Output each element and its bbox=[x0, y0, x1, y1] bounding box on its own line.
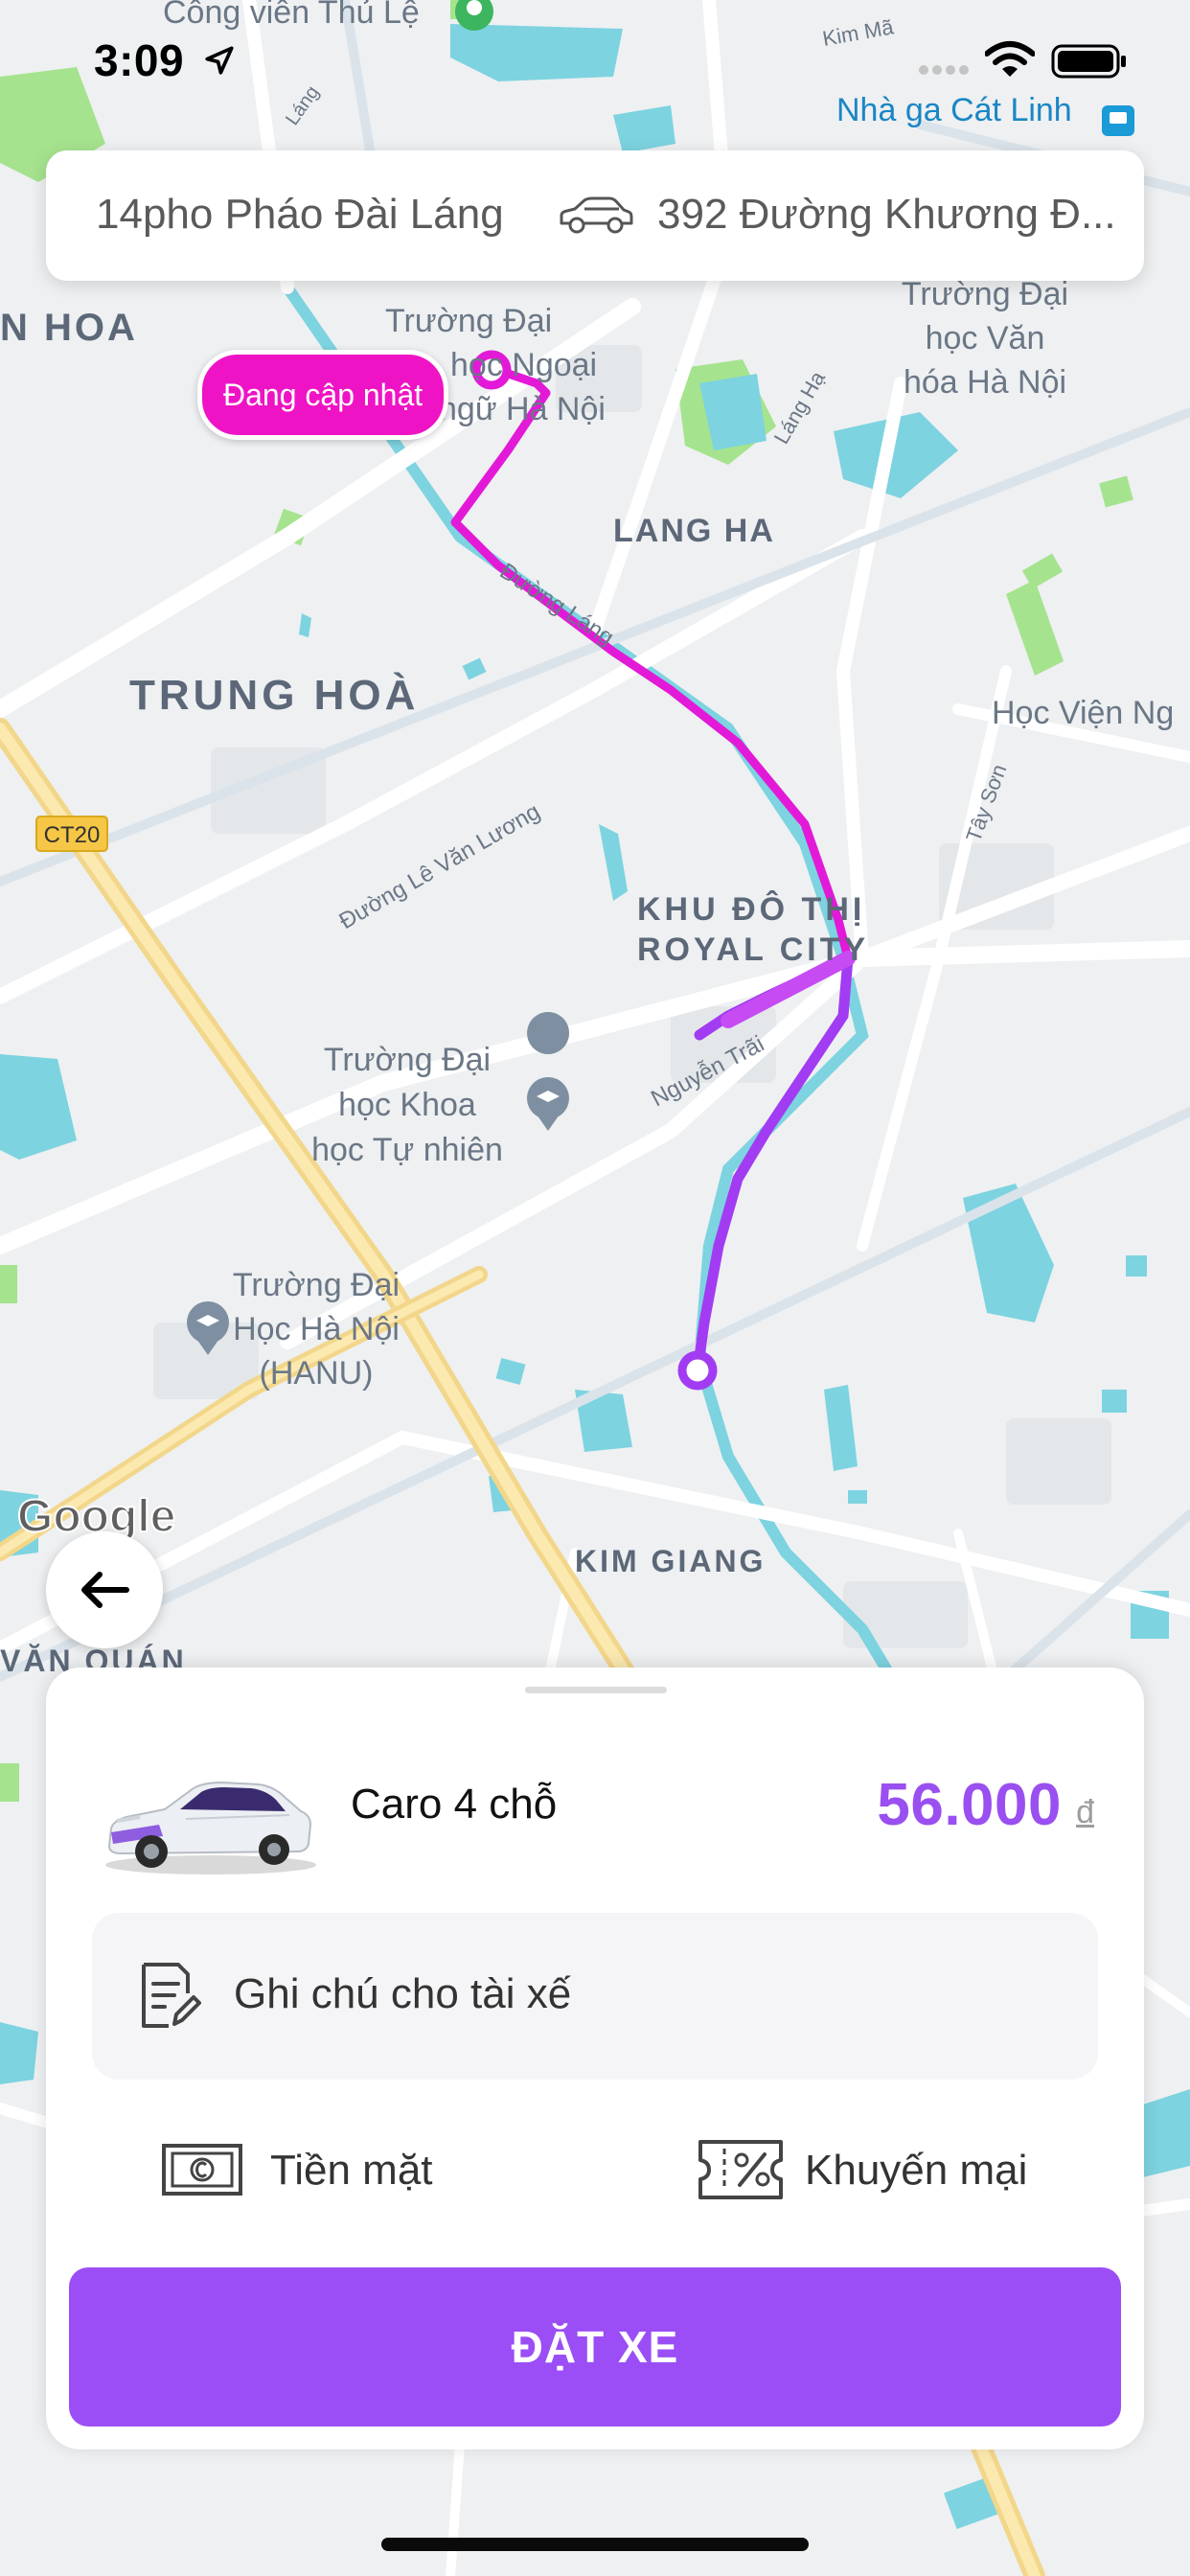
map-label-hanu-1: Trường Đại bbox=[233, 1267, 400, 1303]
sheet-drag-handle[interactable] bbox=[525, 1687, 667, 1693]
vehicle-type-label: Caro 4 chỗ bbox=[351, 1781, 558, 1828]
map-label-khtn-3: học Tự nhiên bbox=[311, 1132, 503, 1168]
ct20-road-shield: CT20 bbox=[35, 816, 108, 852]
car-outline-icon bbox=[560, 196, 633, 234]
map-label-royal-2: ROYAL CITY bbox=[637, 932, 869, 968]
map-label-hanu-3: (HANU) bbox=[260, 1355, 374, 1392]
booking-sheet: Caro 4 chỗ 56.000 đ Ghi chú cho tài xế T… bbox=[46, 1668, 1144, 2450]
map-label-ct20: CT20 bbox=[44, 822, 101, 848]
map-label-hoc-vien: Học Viện Ng bbox=[992, 695, 1174, 731]
dropoff-marker-icon bbox=[677, 1350, 718, 1391]
map-label-ngoai-ngu-3: ngữ Hà Nội bbox=[439, 391, 606, 427]
updating-badge: Đang cập nhật bbox=[197, 350, 449, 440]
cash-icon bbox=[162, 2144, 242, 2196]
back-button[interactable] bbox=[46, 1531, 163, 1648]
promo-ticket-icon bbox=[698, 2140, 783, 2199]
arrow-left-icon bbox=[81, 1572, 129, 1608]
map-label-ngoai-ngu-2: học Ngoại bbox=[450, 347, 597, 383]
driver-note-placeholder: Ghi chú cho tài xế bbox=[234, 1970, 572, 2017]
map-label-van-hoa-1: Trường Đại bbox=[902, 276, 1068, 312]
location-arrow-icon bbox=[205, 46, 234, 75]
map-label-trung-hoa: TRUNG HOÀ bbox=[129, 671, 419, 719]
map-label-van-hoa-3: hóa Hà Nội bbox=[904, 364, 1066, 401]
status-time: 3:09 bbox=[94, 35, 185, 85]
battery-icon bbox=[1051, 44, 1126, 79]
map-label-kim-giang: KIM GIANG bbox=[575, 1544, 766, 1578]
note-edit-icon bbox=[142, 1963, 201, 2028]
metro-station-icon bbox=[1102, 105, 1134, 136]
map-label-hanu-2: Học Hà Nội bbox=[233, 1311, 400, 1347]
route-summary-card[interactable]: 14pho Pháo Đài Láng 392 Đường Khương Đ..… bbox=[46, 150, 1144, 281]
map-label-van-hoa-2: học Văn bbox=[926, 320, 1045, 356]
wifi-icon bbox=[985, 41, 1035, 77]
map-label-khtn-1: Trường Đại bbox=[324, 1042, 491, 1078]
book-ride-button[interactable]: ĐẶT XE bbox=[69, 2267, 1121, 2426]
map-label-royal-1: KHU ĐÔ THỊ bbox=[637, 890, 865, 928]
map-label-lang-ha: LANG HA bbox=[613, 513, 775, 549]
map-label-khtn-2: học Khoa bbox=[338, 1087, 476, 1123]
fare-price: 56.000 bbox=[877, 1772, 1062, 1838]
map-label-hoa: N HOA bbox=[0, 307, 138, 349]
car-image bbox=[105, 1781, 316, 1874]
map-label-ngoai-ngu-1: Trường Đại bbox=[385, 303, 552, 339]
promotion-label: Khuyến mại bbox=[805, 2147, 1028, 2194]
map-label-cong-vien: Công viên Thủ Lệ bbox=[163, 0, 420, 31]
home-indicator[interactable] bbox=[381, 2538, 809, 2551]
driver-note-field[interactable]: Ghi chú cho tài xế bbox=[92, 1913, 1098, 2080]
destination-address[interactable]: 392 Đường Khương Đ... bbox=[657, 191, 1123, 239]
pickup-address[interactable]: 14pho Pháo Đài Láng bbox=[96, 191, 504, 239]
map-label-ga-cat-linh: Nhà ga Cát Linh bbox=[836, 92, 1072, 128]
currency-symbol: đ bbox=[1076, 1794, 1094, 1830]
payment-method-label: Tiền mặt bbox=[270, 2147, 433, 2194]
cellular-signal-icon bbox=[919, 65, 969, 75]
